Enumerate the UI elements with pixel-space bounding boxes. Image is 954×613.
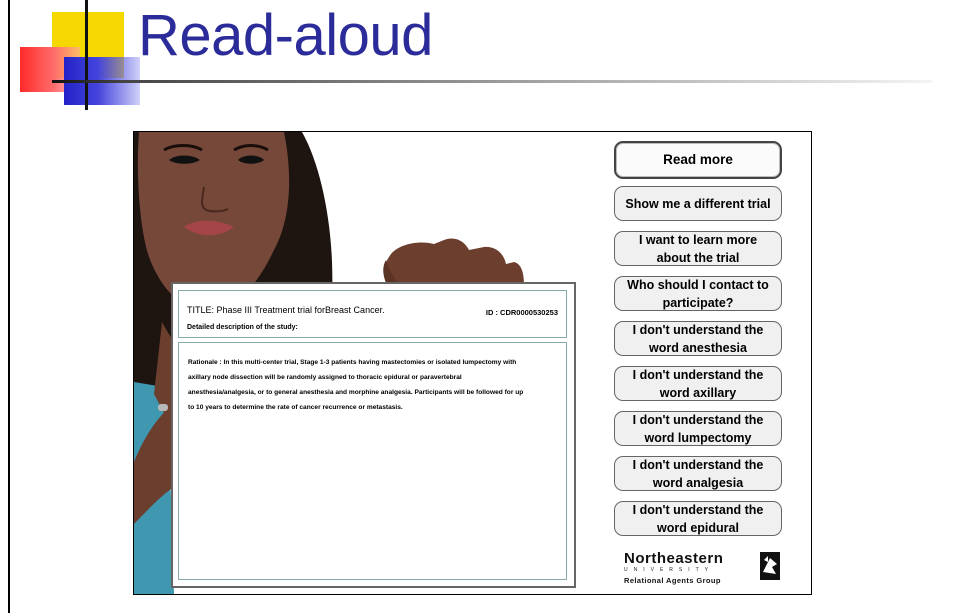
explain-anesthesia-button[interactable]: I don't understand the word anesthesia bbox=[614, 321, 782, 356]
decor-vertical-line bbox=[85, 0, 88, 110]
trial-document-panel: TITLE: Phase III Treatment trial forBrea… bbox=[171, 282, 576, 588]
explain-axillary-button[interactable]: I don't understand the word axillary bbox=[614, 366, 782, 401]
trial-description-label: Detailed description of the study: bbox=[187, 324, 298, 331]
explain-analgesia-button[interactable]: I don't understand the word analgesia bbox=[614, 456, 782, 491]
trial-id: ID : CDR0000530253 bbox=[485, 308, 558, 317]
explain-epidural-button[interactable]: I don't understand the word epidural bbox=[614, 501, 782, 536]
decor-horizontal-line bbox=[52, 80, 932, 83]
brand-group: Relational Agents Group bbox=[624, 576, 721, 585]
slide-title: Read-aloud bbox=[138, 3, 433, 68]
explain-lumpectomy-button[interactable]: I don't understand the word lumpectomy bbox=[614, 411, 782, 446]
trial-description-text: Rationale : In this multi-center trial, … bbox=[188, 359, 524, 411]
trial-description-box: Rationale : In this multi-center trial, … bbox=[178, 342, 567, 580]
brand-subtitle: UNIVERSITY bbox=[624, 567, 715, 573]
show-different-trial-button[interactable]: Show me a different trial bbox=[614, 186, 782, 221]
read-more-button[interactable]: Read more bbox=[614, 141, 782, 179]
learn-more-button[interactable]: I want to learn more about the trial bbox=[614, 231, 782, 266]
northeastern-seal-icon bbox=[760, 552, 780, 580]
agent-pointing-nail bbox=[158, 404, 168, 411]
trial-document-header: TITLE: Phase III Treatment trial forBrea… bbox=[178, 290, 567, 338]
slide-left-rule bbox=[8, 0, 10, 613]
trial-title: TITLE: Phase III Treatment trial forBrea… bbox=[187, 305, 385, 315]
contact-button[interactable]: Who should I contact to participate? bbox=[614, 276, 782, 311]
agent-app-screenshot: TITLE: Phase III Treatment trial forBrea… bbox=[133, 131, 812, 595]
northeastern-branding: Northeastern UNIVERSITY Relational Agent… bbox=[624, 550, 784, 590]
brand-name: Northeastern bbox=[624, 550, 724, 567]
